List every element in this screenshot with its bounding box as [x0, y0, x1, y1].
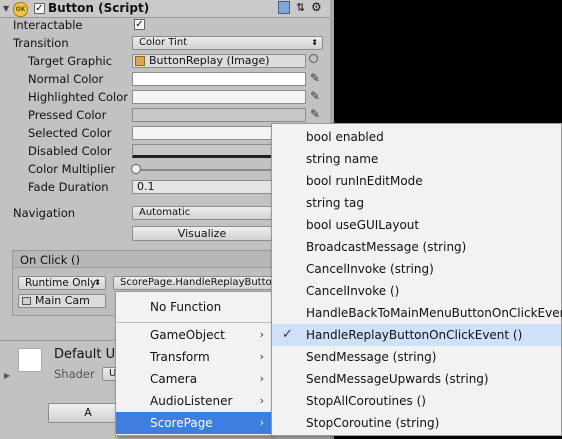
dropdown-arrow-icon: ⬍ — [94, 278, 101, 287]
submenu-item[interactable]: string name — [272, 148, 561, 170]
scorepage-submenu: bool enabled string name bool runInEditM… — [271, 123, 562, 436]
submenu-item[interactable]: bool enabled — [272, 126, 561, 148]
navigation-label: Navigation — [13, 206, 76, 220]
object-picker-icon[interactable] — [309, 54, 318, 63]
function-dropdown[interactable]: ScorePage.HandleReplayButto — [113, 276, 273, 290]
navigation-dropdown[interactable]: Automatic — [132, 206, 272, 220]
foldout-arrow-icon[interactable]: ▼ — [3, 4, 9, 13]
menu-item-audiolistener[interactable]: AudioListener › — [116, 390, 272, 412]
submenu-item[interactable]: bool runInEditMode — [272, 170, 561, 192]
interactable-checkbox[interactable]: ✓ — [134, 19, 145, 30]
submenu-item[interactable]: SendMessage (string) — [272, 346, 561, 368]
transition-label: Transition — [13, 36, 69, 50]
highlighted-color-label: Highlighted Color — [28, 90, 128, 104]
target-graphic-field[interactable]: ButtonReplay (Image) — [132, 54, 306, 68]
menu-item-no-function[interactable]: No Function — [116, 296, 272, 318]
highlighted-color-swatch[interactable] — [132, 90, 306, 104]
event-object-value: Main Cam — [35, 294, 90, 307]
normal-color-swatch[interactable] — [132, 72, 306, 86]
component-enabled-checkbox[interactable]: ✓ — [34, 3, 45, 14]
submenu-item[interactable]: StopCoroutine (string) — [272, 412, 561, 434]
submenu-item[interactable]: string tag — [272, 192, 561, 214]
help-icon[interactable] — [278, 1, 290, 14]
camera-icon — [22, 297, 31, 305]
checkmark-icon: ✓ — [282, 327, 293, 342]
menu-item-gameobject[interactable]: GameObject › — [116, 324, 272, 346]
eyedropper-icon[interactable]: ✎ — [310, 71, 322, 85]
material-name: Default U — [54, 347, 116, 362]
normal-color-label: Normal Color — [28, 72, 104, 86]
submenu-item[interactable]: BroadcastMessage (string) — [272, 236, 561, 258]
chevron-right-icon: › — [259, 350, 264, 363]
menu-separator — [117, 322, 271, 323]
onclick-title: On Click () — [20, 253, 81, 267]
chevron-right-icon: › — [259, 416, 264, 429]
fade-duration-field[interactable]: 0.1 — [132, 180, 272, 194]
selected-color-label: Selected Color — [28, 126, 112, 140]
submenu-item-checked[interactable]: ✓ HandleReplayButtonOnClickEvent () — [272, 324, 561, 346]
chevron-right-icon: › — [259, 394, 264, 407]
disabled-color-swatch[interactable] — [132, 144, 272, 158]
script-icon: OK — [13, 2, 28, 17]
material-preview — [18, 348, 42, 372]
target-graphic-label: Target Graphic — [28, 54, 113, 68]
transition-value: Color Tint — [139, 37, 188, 48]
multiplier-slider-track[interactable] — [136, 169, 272, 171]
submenu-item[interactable]: CancelInvoke (string) — [272, 258, 561, 280]
eyedropper-icon[interactable]: ✎ — [310, 107, 322, 121]
menu-item-camera[interactable]: Camera › — [116, 368, 272, 390]
function-target-menu: No Function GameObject › Transform › Cam… — [115, 291, 273, 436]
menu-item-scorepage[interactable]: ScorePage › — [116, 412, 272, 434]
foldout-arrow-icon[interactable]: ▶ — [4, 371, 10, 380]
dropdown-arrow-icon: ⬍ — [311, 38, 318, 47]
submenu-item[interactable]: StopAllCoroutines () — [272, 390, 561, 412]
submenu-item[interactable]: CancelInvoke () — [272, 280, 561, 302]
visualize-button[interactable]: Visualize — [132, 226, 272, 241]
eyedropper-icon[interactable]: ✎ — [310, 89, 322, 103]
pressed-color-label: Pressed Color — [28, 108, 107, 122]
fade-duration-label: Fade Duration — [28, 180, 109, 194]
shader-label: Shader — [54, 367, 95, 381]
runtime-dropdown[interactable]: Runtime Only ⬍ — [18, 276, 106, 290]
image-icon — [135, 56, 145, 66]
color-multiplier-label: Color Multiplier — [28, 162, 116, 176]
selected-color-swatch[interactable] — [132, 126, 272, 140]
target-graphic-value: ButtonReplay (Image) — [149, 54, 270, 67]
disabled-color-label: Disabled Color — [28, 144, 112, 158]
preset-icon[interactable]: ⇅ — [296, 1, 305, 14]
transition-dropdown[interactable]: Color Tint ⬍ — [132, 36, 323, 50]
chevron-right-icon: › — [259, 328, 264, 341]
component-title: Button (Script) — [48, 1, 150, 15]
chevron-right-icon: › — [259, 372, 264, 385]
gear-icon[interactable]: ⚙ — [311, 0, 322, 14]
submenu-item[interactable]: HandleBackToMainMenuButtonOnClickEvent (… — [272, 302, 562, 342]
interactable-label: Interactable — [13, 18, 83, 32]
submenu-item[interactable]: bool useGUILayout — [272, 214, 561, 236]
runtime-value: Runtime Only — [25, 277, 97, 289]
multiplier-slider-handle[interactable] — [131, 164, 141, 174]
menu-item-transform[interactable]: Transform › — [116, 346, 272, 368]
event-object-field[interactable]: Main Cam — [18, 294, 106, 308]
pressed-color-swatch[interactable] — [132, 108, 306, 122]
submenu-item[interactable]: SendMessageUpwards (string) — [272, 368, 561, 390]
